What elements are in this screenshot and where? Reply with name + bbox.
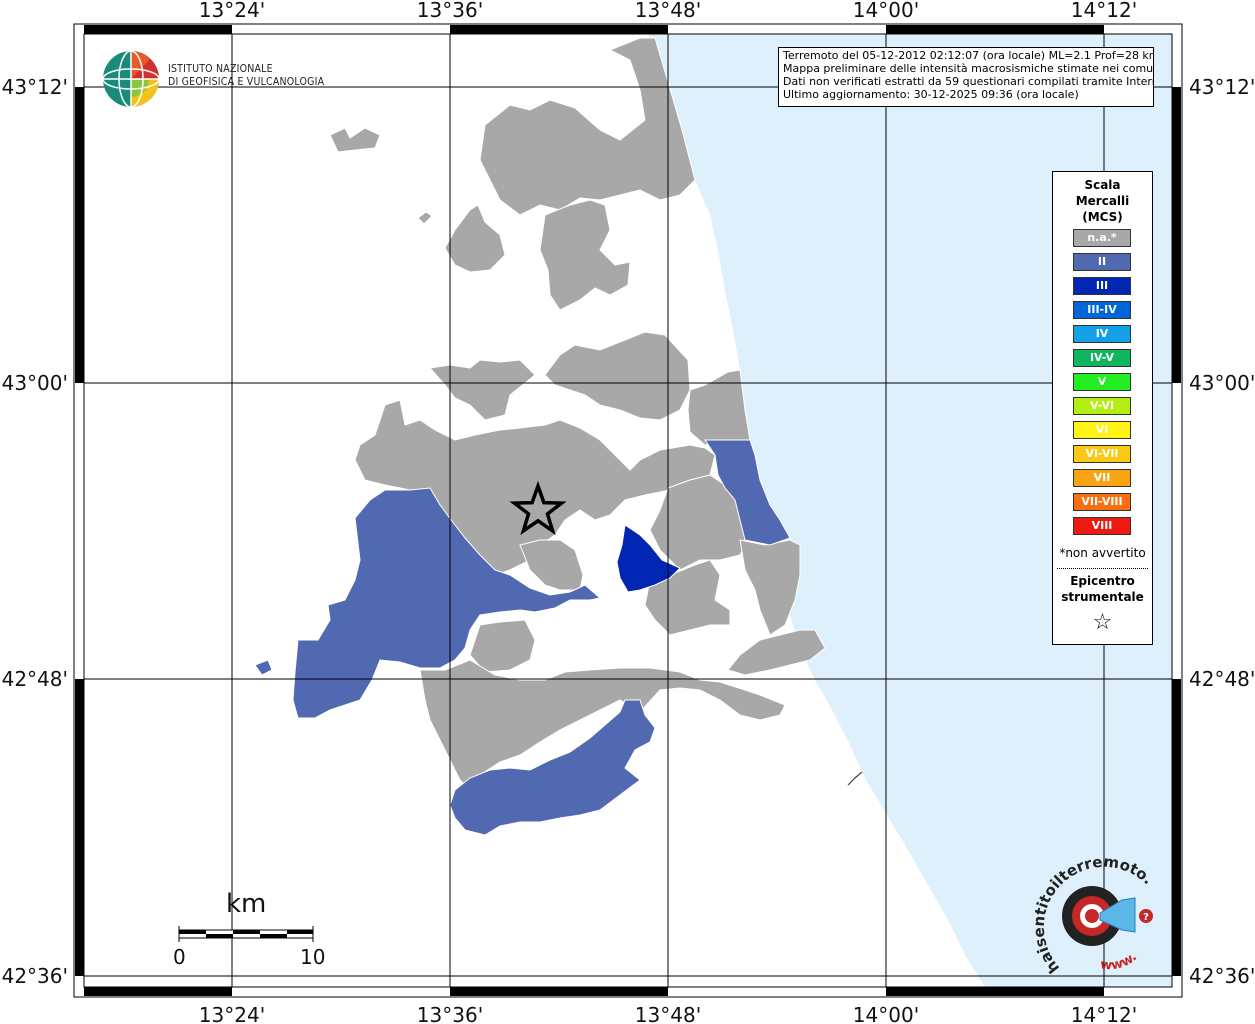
haisentito-www-text: www. <box>1100 950 1140 974</box>
longitude-labels-top: 13°24' 13°36' 13°48' 14°00' 14°12' <box>199 0 1137 22</box>
legend-epicenter-line: Epicentro <box>1070 574 1135 588</box>
legend-item: VII <box>1073 469 1131 487</box>
legend-title-line: Scala <box>1084 178 1121 192</box>
latitude-label: 42°36' <box>2 964 68 988</box>
longitude-label: 13°48' <box>635 0 701 22</box>
legend-item: III-IV <box>1073 301 1131 319</box>
legend-item: VI <box>1073 421 1131 439</box>
scale-min: 0 <box>173 945 186 969</box>
longitude-label: 14°12' <box>1071 0 1137 22</box>
longitude-label: 14°12' <box>1071 1003 1137 1024</box>
scale-unit: km <box>226 889 267 919</box>
legend-item: V <box>1073 373 1131 391</box>
legend-item: VIII <box>1073 517 1131 535</box>
event-info-line: Ultimo aggiornamento: 30-12-2025 09:36 (… <box>783 88 1079 101</box>
longitude-label: 13°48' <box>635 1003 701 1024</box>
latitude-label: 43°00' <box>2 371 68 395</box>
legend-item: IV-V <box>1073 349 1131 367</box>
latitude-label: 42°48' <box>2 667 68 691</box>
latitude-labels-right: 43°12' 43°00' 42°48' 42°36' <box>1189 75 1255 988</box>
event-info-line: Mappa preliminare delle intensità macros… <box>783 62 1154 75</box>
legend-item: n.a.* <box>1073 229 1131 247</box>
longitude-labels-bottom: 13°24' 13°36' 13°48' 14°00' 14°12' <box>199 1003 1137 1024</box>
haisentito-logo-icon: haisentitoilterremoto.it www. ? <box>1030 858 1157 977</box>
legend-epicenter-label: Epicentro strumentale <box>1053 573 1152 605</box>
event-info-line: Dati non verificati estratti da 59 quest… <box>783 75 1154 88</box>
legend-item: III <box>1073 277 1131 295</box>
ingv-logo-text: ISTITUTO NAZIONALE DI GEOFISICA E VULCAN… <box>168 63 324 89</box>
haisentito-question-icon: ? <box>1143 912 1149 923</box>
legend-item: V-VI <box>1073 397 1131 415</box>
legend-title: Scala Mercalli (MCS) <box>1053 177 1152 225</box>
longitude-label: 13°36' <box>417 0 483 22</box>
legend-epicenter-line: strumentale <box>1061 590 1144 604</box>
ingv-name-line2: DI GEOFISICA E VULCANOLOGIA <box>168 76 325 88</box>
latitude-label: 42°36' <box>1189 964 1255 988</box>
mercalli-legend: Scala Mercalli (MCS) n.a.* II III III-IV IV I… <box>1052 171 1153 645</box>
legend-star-icon: ☆ <box>1092 610 1113 635</box>
scale-max: 10 <box>300 945 326 969</box>
latitude-label: 43°12' <box>2 75 68 99</box>
legend-title-line: (MCS) <box>1082 210 1123 224</box>
legend-item: VI-VII <box>1073 445 1131 463</box>
latitude-label: 43°00' <box>1189 371 1255 395</box>
legend-note: *non avvertito <box>1059 546 1146 560</box>
latitude-label: 43°12' <box>1189 75 1255 99</box>
latitude-label: 42°48' <box>1189 667 1255 691</box>
legend-title-line: Mercalli <box>1075 194 1130 208</box>
longitude-label: 13°36' <box>417 1003 483 1024</box>
ingv-logo-icon <box>102 50 160 108</box>
event-info-box: Terremoto del 05-12-2012 02:12:07 (ora l… <box>778 47 1154 107</box>
ingv-name-line1: ISTITUTO NAZIONALE <box>168 63 273 75</box>
legend-item: IV <box>1073 325 1131 343</box>
legend-separator <box>1057 568 1148 569</box>
longitude-label: 14°00' <box>853 0 919 22</box>
latitude-labels-left: 43°12' 43°00' 42°48' 42°36' <box>2 75 68 988</box>
longitude-label: 13°24' <box>199 0 265 22</box>
longitude-label: 13°24' <box>199 1003 265 1024</box>
event-info-line: Terremoto del 05-12-2012 02:12:07 (ora l… <box>783 49 1154 62</box>
legend-item: VII-VIII <box>1073 493 1131 511</box>
longitude-label: 14°00' <box>853 1003 919 1024</box>
legend-item: II <box>1073 253 1131 271</box>
